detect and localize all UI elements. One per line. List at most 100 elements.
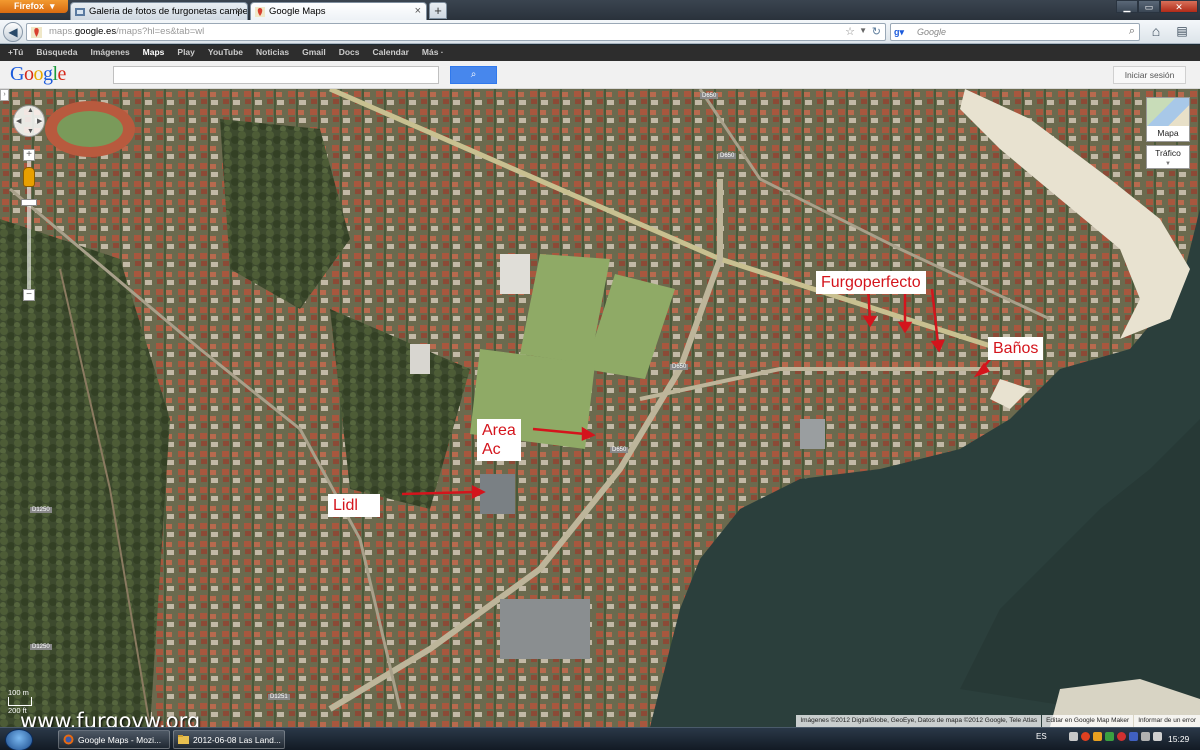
gbar-item[interactable]: Calendar <box>373 45 409 61</box>
search-icon: ⌕ <box>470 69 477 80</box>
pan-control[interactable]: ▲ ▼ ◀ ▶ <box>13 105 45 137</box>
close-tab-icon[interactable]: × <box>415 5 421 17</box>
tray-app-icon[interactable] <box>1104 732 1114 741</box>
gbar-item[interactable]: +Tú <box>8 45 23 61</box>
report-error-link[interactable]: Informar de un error <box>1134 715 1200 727</box>
map-thumbnail <box>1147 98 1189 126</box>
road-label: D650 <box>610 447 629 453</box>
gbar-item[interactable]: YouTube <box>208 45 243 61</box>
road-label: D650 <box>700 93 719 99</box>
google-bar: +Tú Búsqueda Imágenes Maps Play YouTube Notici… <box>0 45 1200 61</box>
collapse-panel-button[interactable]: › <box>0 89 9 101</box>
search-icon[interactable]: ⌕ <box>1129 25 1135 38</box>
gbar-item[interactable]: Play <box>177 45 195 61</box>
zoom-control: + − <box>21 149 37 301</box>
pan-right-icon[interactable]: ▶ <box>37 117 42 125</box>
pan-down-icon[interactable]: ▼ <box>27 128 34 135</box>
street-view-pegman-icon[interactable] <box>23 167 35 187</box>
traffic-button[interactable]: Tráfico ▼ <box>1146 145 1190 169</box>
taskbar-item-folder[interactable]: 2012-06-08 Las Land... <box>173 730 285 749</box>
minimize-icon[interactable]: ▁ <box>1116 0 1138 13</box>
maps-search-button[interactable]: ⌕ <box>450 66 497 84</box>
maps-search-input[interactable] <box>113 66 439 84</box>
map-canvas[interactable]: D650 D650 D650 D650 D1250 D1250 D1251 › … <box>0 89 1200 727</box>
gbar-item[interactable]: Gmail <box>302 45 326 61</box>
satellite-imagery <box>0 89 1200 727</box>
close-tab-icon[interactable]: × <box>236 5 242 17</box>
tray-arrow-icon[interactable] <box>1068 732 1078 741</box>
tab-furgonetas[interactable]: Galeria de fotos de furgonetas campe... … <box>70 2 248 20</box>
firefox-menu-button[interactable]: Firefox <box>0 0 68 13</box>
system-tray: ES <box>1036 732 1165 741</box>
site-identity-icon[interactable] <box>31 27 42 38</box>
pan-left-icon[interactable]: ◀ <box>16 117 21 125</box>
gbar-item[interactable]: Más · <box>422 45 444 61</box>
reload-icon[interactable]: ↻ <box>872 25 881 38</box>
back-arrow-icon: ◀ <box>8 25 18 39</box>
signin-button[interactable]: Iniciar sesión <box>1113 66 1186 84</box>
annotation-banos: Baños <box>988 337 1044 360</box>
map-attribution: Imágenes ©2012 DigitalGlobe, GeoEye, Dat… <box>795 715 1200 727</box>
taskbar-clock[interactable]: 15:29 <box>1168 734 1189 744</box>
annotation-lidl: Lidl <box>328 494 380 517</box>
tab-google-maps[interactable]: Google Maps × <box>250 2 427 20</box>
maximize-icon[interactable]: ▭ <box>1138 0 1160 13</box>
gbar-item[interactable]: Maps <box>143 45 165 61</box>
url-history-dropdown-icon[interactable]: ▼ <box>859 26 867 35</box>
annotation-furgoperfecto: Furgoperfecto <box>816 271 926 294</box>
search-engine-icon[interactable]: g▾ <box>894 27 905 38</box>
road-label: D650 <box>670 364 689 370</box>
search-placeholder: Google <box>917 27 947 37</box>
home-icon[interactable]: ⌂ <box>1146 22 1166 42</box>
tray-app-icon[interactable] <box>1128 732 1138 741</box>
map-type-button[interactable]: Mapa <box>1146 97 1190 142</box>
language-indicator[interactable]: ES <box>1036 732 1047 741</box>
google-maps-icon <box>255 7 265 17</box>
tab-label: Google Maps <box>269 6 326 17</box>
pan-up-icon[interactable]: ▲ <box>27 107 34 114</box>
search-bar[interactable]: g▾ Google ⌕ <box>890 23 1140 41</box>
google-logo[interactable]: Google <box>10 63 66 86</box>
tray-app-icon[interactable] <box>1116 732 1126 741</box>
start-button[interactable] <box>5 729 33 750</box>
google-header: Google ⌕ Iniciar sesión <box>0 61 1200 89</box>
new-tab-button[interactable]: + <box>429 2 447 19</box>
road-label: D1250 <box>30 507 52 513</box>
antivirus-icon[interactable] <box>1080 732 1090 741</box>
gbar-item[interactable]: Imágenes <box>90 45 129 61</box>
chevron-down-icon: ▼ <box>1165 161 1171 167</box>
gbar-item[interactable]: Búsqueda <box>36 45 77 61</box>
url-bar[interactable]: maps.google.es/maps?hl=es&tab=wl ☆ ▼ ↻ <box>26 23 886 41</box>
taskbar-item-firefox[interactable]: Google Maps - Mozi... <box>58 730 170 749</box>
bookmark-star-icon[interactable]: ☆ <box>845 25 855 38</box>
zoom-out-button[interactable]: − <box>23 289 35 301</box>
watermark: www.furgovw.org <box>20 709 201 727</box>
tab-label: Galeria de fotos de furgonetas campe... <box>89 6 248 17</box>
folder-icon <box>178 735 189 744</box>
windows-taskbar: Google Maps - Mozi... 2012-06-08 Las Lan… <box>0 727 1200 750</box>
zoom-in-button[interactable]: + <box>23 149 35 161</box>
attribution-text: Imágenes ©2012 DigitalGlobe, GeoEye, Dat… <box>796 715 1042 727</box>
bookmarks-icon[interactable]: ▤ <box>1172 22 1192 42</box>
road-label: D1250 <box>30 644 52 650</box>
gbar-item[interactable]: Noticias <box>256 45 289 61</box>
gbar-item[interactable]: Docs <box>339 45 360 61</box>
network-icon[interactable] <box>1140 732 1150 741</box>
window-controls: ▁ ▭ ✕ <box>1116 0 1198 13</box>
close-window-icon[interactable]: ✕ <box>1160 0 1198 13</box>
road-label: D650 <box>718 153 737 159</box>
zoom-slider-thumb[interactable] <box>21 199 37 206</box>
road-label: D1251 <box>268 694 290 700</box>
traffic-label: Tráfico <box>1155 148 1181 158</box>
browser-tab-strip: Firefox Galeria de fotos de furgonetas c… <box>0 0 1200 20</box>
map-type-label: Mapa <box>1157 128 1179 138</box>
navigation-toolbar: ◀ maps.google.es/maps?hl=es&tab=wl ☆ ▼ ↻… <box>0 20 1200 44</box>
tray-app-icon[interactable] <box>1092 732 1102 741</box>
url-text: maps.google.es/maps?hl=es&tab=wl <box>49 26 205 37</box>
edit-map-maker-link[interactable]: Editar en Google Map Maker <box>1042 715 1134 727</box>
firefox-icon <box>63 734 74 745</box>
photo-gallery-icon <box>75 8 85 16</box>
back-button[interactable]: ◀ <box>3 22 23 42</box>
screen: Firefox Galeria de fotos de furgonetas c… <box>0 0 1200 750</box>
volume-icon[interactable] <box>1152 732 1162 741</box>
